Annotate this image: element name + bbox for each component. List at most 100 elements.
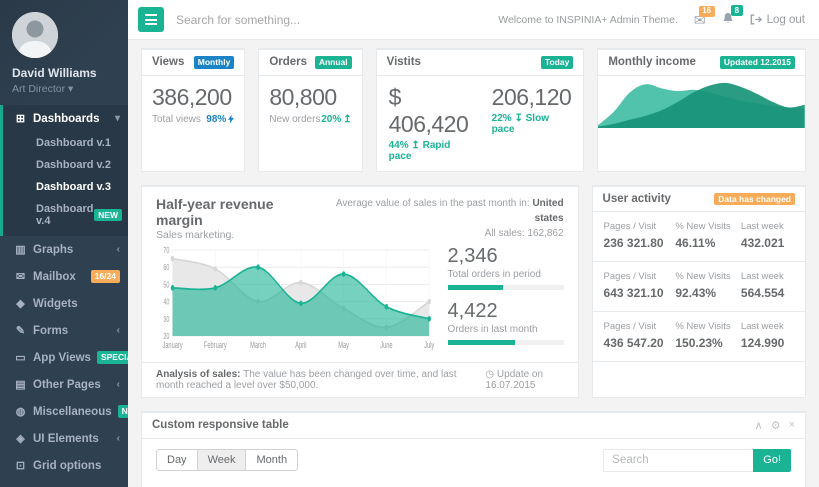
column-header-name[interactable]: Name (320, 483, 389, 487)
subitem-label: Dashboard v.3 (36, 181, 111, 193)
orders-delta: 20% (321, 114, 341, 125)
go-button[interactable]: Go! (753, 449, 791, 472)
sidebar-nav: ⊞Dashboards▾Dashboard v.1Dashboard v.2 Da… (0, 105, 128, 487)
sidebar-subitem-dashboard-v-1[interactable]: Dashboard v.1 (3, 132, 128, 154)
updated-badge: Updated 12.2015 (720, 56, 795, 69)
avatar[interactable] (12, 12, 58, 58)
alerts-badge: 8 (731, 5, 742, 16)
activity-cell: % New Visits46.11% (675, 221, 741, 250)
sidebar-item-row[interactable]: ✉Mailbox16/24 (3, 263, 128, 290)
sidebar-item-dashboards[interactable]: ⊞Dashboards▾Dashboard v.1Dashboard v.2 Da… (0, 105, 128, 236)
alerts-button[interactable]: 8 (722, 12, 734, 27)
range-button-week[interactable]: Week (197, 449, 247, 471)
subitem-label: Dashboard v.4 (36, 203, 94, 227)
sidebar-item-row[interactable]: ⊞Dashboards▾ (3, 105, 128, 132)
sidebar-item-tables[interactable]: ▦Tables‹ (0, 479, 128, 487)
svg-text:February: February (204, 339, 227, 350)
visits-title: Vistits (387, 56, 421, 68)
sidebar-item-row[interactable]: ▤Other Pages‹ (3, 371, 128, 398)
activity-cell-value: 150.23% (675, 336, 741, 350)
sidebar-item-row[interactable]: ✎Forms‹ (3, 317, 128, 344)
sidebar-item-miscellaneous[interactable]: ◍MiscellaneousNEW (0, 398, 128, 425)
messages-button[interactable]: ✉ 16 (694, 13, 706, 27)
column-header-completed[interactable]: Completed (558, 483, 643, 487)
activity-rows: Pages / Visit236 321.80% New Visits46.11… (593, 212, 805, 362)
clock-icon: ◷ (485, 369, 494, 380)
sidebar-item-row[interactable]: ⊡Grid options (3, 452, 128, 479)
graphs-icon: ▥ (14, 243, 27, 256)
range-button-group: DayWeekMonth (156, 449, 298, 471)
column-header-project[interactable]: Project (178, 483, 320, 487)
activity-cell: Last week564.554 (741, 271, 794, 300)
column-header-company[interactable]: Company (461, 483, 558, 487)
svg-text:June: June (380, 339, 392, 350)
progress-bar (448, 340, 564, 345)
collapse-icon[interactable]: ∧ (755, 419, 763, 432)
activity-cell-label: % New Visits (675, 221, 741, 232)
sidebar-profile[interactable]: David Williams Art Director ▾ (0, 0, 128, 105)
sidebar-item-row[interactable]: ◆Widgets (3, 290, 128, 317)
activity-cell-label: Last week (741, 271, 794, 282)
sidebar-item-label: Other Pages (33, 379, 101, 391)
sidebar-item-ui-elements[interactable]: ◈UI Elements‹ (0, 425, 128, 452)
svg-text:40: 40 (163, 297, 169, 307)
messages-badge: 16 (699, 6, 715, 17)
table-header-row: #ProjectNamePhoneCompanyCompletedTaskDat… (156, 483, 791, 487)
sidebar-item-app-views[interactable]: ▭App ViewsSPECIAL (0, 344, 128, 371)
activity-cell-value: 236 321.80 (604, 236, 676, 250)
sidebar-subitem-dashboard-v-3[interactable]: Dashboard v.3 (3, 176, 128, 198)
sidebar-subitem-dashboard-v-4[interactable]: Dashboard v.4NEW (3, 198, 128, 232)
sidebar-item-row[interactable]: ▥Graphs‹ (3, 236, 128, 263)
activity-cell-label: % New Visits (675, 321, 741, 332)
sidebar-item-label: Graphs (33, 244, 73, 256)
sidebar-item-other-pages[interactable]: ▤Other Pages‹ (0, 371, 128, 398)
logout-icon (750, 14, 762, 25)
monthly-badge: Monthly (194, 56, 235, 69)
search-input[interactable] (176, 13, 386, 27)
charts-row: Half-year revenue margin Sales marketing… (141, 185, 806, 398)
sidebar-item-forms[interactable]: ✎Forms‹ (0, 317, 128, 344)
revenue-stats: 2,346Total orders in period4,422Orders i… (436, 245, 564, 358)
column-header--[interactable]: # (156, 483, 178, 487)
activity-cell-value: 643 321.10 (604, 286, 676, 300)
wrench-icon[interactable]: ⚙ (771, 419, 781, 432)
close-icon[interactable]: × (789, 419, 795, 432)
table-search-input[interactable] (603, 449, 753, 472)
sidebar-item-grid-options[interactable]: ⊡Grid options (0, 452, 128, 479)
table-toolbar: DayWeekMonth Go! (156, 449, 791, 472)
sidebar-item-row[interactable]: ◍MiscellaneousNEW (3, 398, 128, 425)
range-button-month[interactable]: Month (245, 449, 298, 471)
sidebar-item-graphs[interactable]: ▥Graphs‹ (0, 236, 128, 263)
sidebar-toggle-button[interactable] (138, 7, 164, 32)
miscellaneous-icon: ◍ (14, 405, 27, 418)
today-badge: Today (541, 56, 573, 69)
activity-cell-label: Last week (741, 321, 794, 332)
app-window: David Williams Art Director ▾ ⊞Dashboard… (0, 0, 819, 487)
sidebar-subitem-dashboard-v-2[interactable]: Dashboard v.2 (3, 154, 128, 176)
table-row: Custom responsive table ∧⚙× DayWeekMonth… (141, 411, 806, 487)
column-header-action[interactable]: Action (745, 483, 791, 487)
visit-trend: 44% ↥ Rapid pace (389, 140, 470, 162)
range-button-day[interactable]: Day (156, 449, 198, 471)
sidebar-item-row[interactable]: ▭App ViewsSPECIAL (3, 344, 128, 371)
revenue-chart: 203040506070JanuaryFebruaryMarchAprilMay… (156, 245, 436, 358)
sidebar-item-label: Mailbox (33, 271, 76, 283)
sidebar-item-row[interactable]: ▦Tables‹ (3, 479, 128, 487)
column-header-phone[interactable]: Phone (389, 483, 461, 487)
svg-text:April: April (295, 339, 307, 350)
column-header-date[interactable]: Date (679, 483, 744, 487)
custom-table-panel: Custom responsive table ∧⚙× DayWeekMonth… (141, 411, 806, 487)
sidebar-item-row[interactable]: ◈UI Elements‹ (3, 425, 128, 452)
column-header-task[interactable]: Task (643, 483, 679, 487)
avg-sales-prefix: Average value of sales in the past month… (336, 198, 530, 209)
caret-down-icon: ▾ (68, 83, 73, 95)
revenue-subtitle: Sales marketing. (156, 229, 316, 241)
sidebar-item-mailbox[interactable]: ✉Mailbox16/24 (0, 263, 128, 290)
sidebar-item-widgets[interactable]: ◆Widgets (0, 290, 128, 317)
visit-value: 206,120 (492, 84, 572, 111)
visit-value: $ 406,420 (389, 84, 470, 138)
user-role-dropdown[interactable]: Art Director ▾ (12, 83, 116, 95)
activity-cell: Pages / Visit436 547.20 (604, 321, 676, 350)
logout-button[interactable]: Log out (750, 14, 805, 26)
welcome-text: Welcome to INSPINIA+ Admin Theme. (498, 14, 678, 26)
